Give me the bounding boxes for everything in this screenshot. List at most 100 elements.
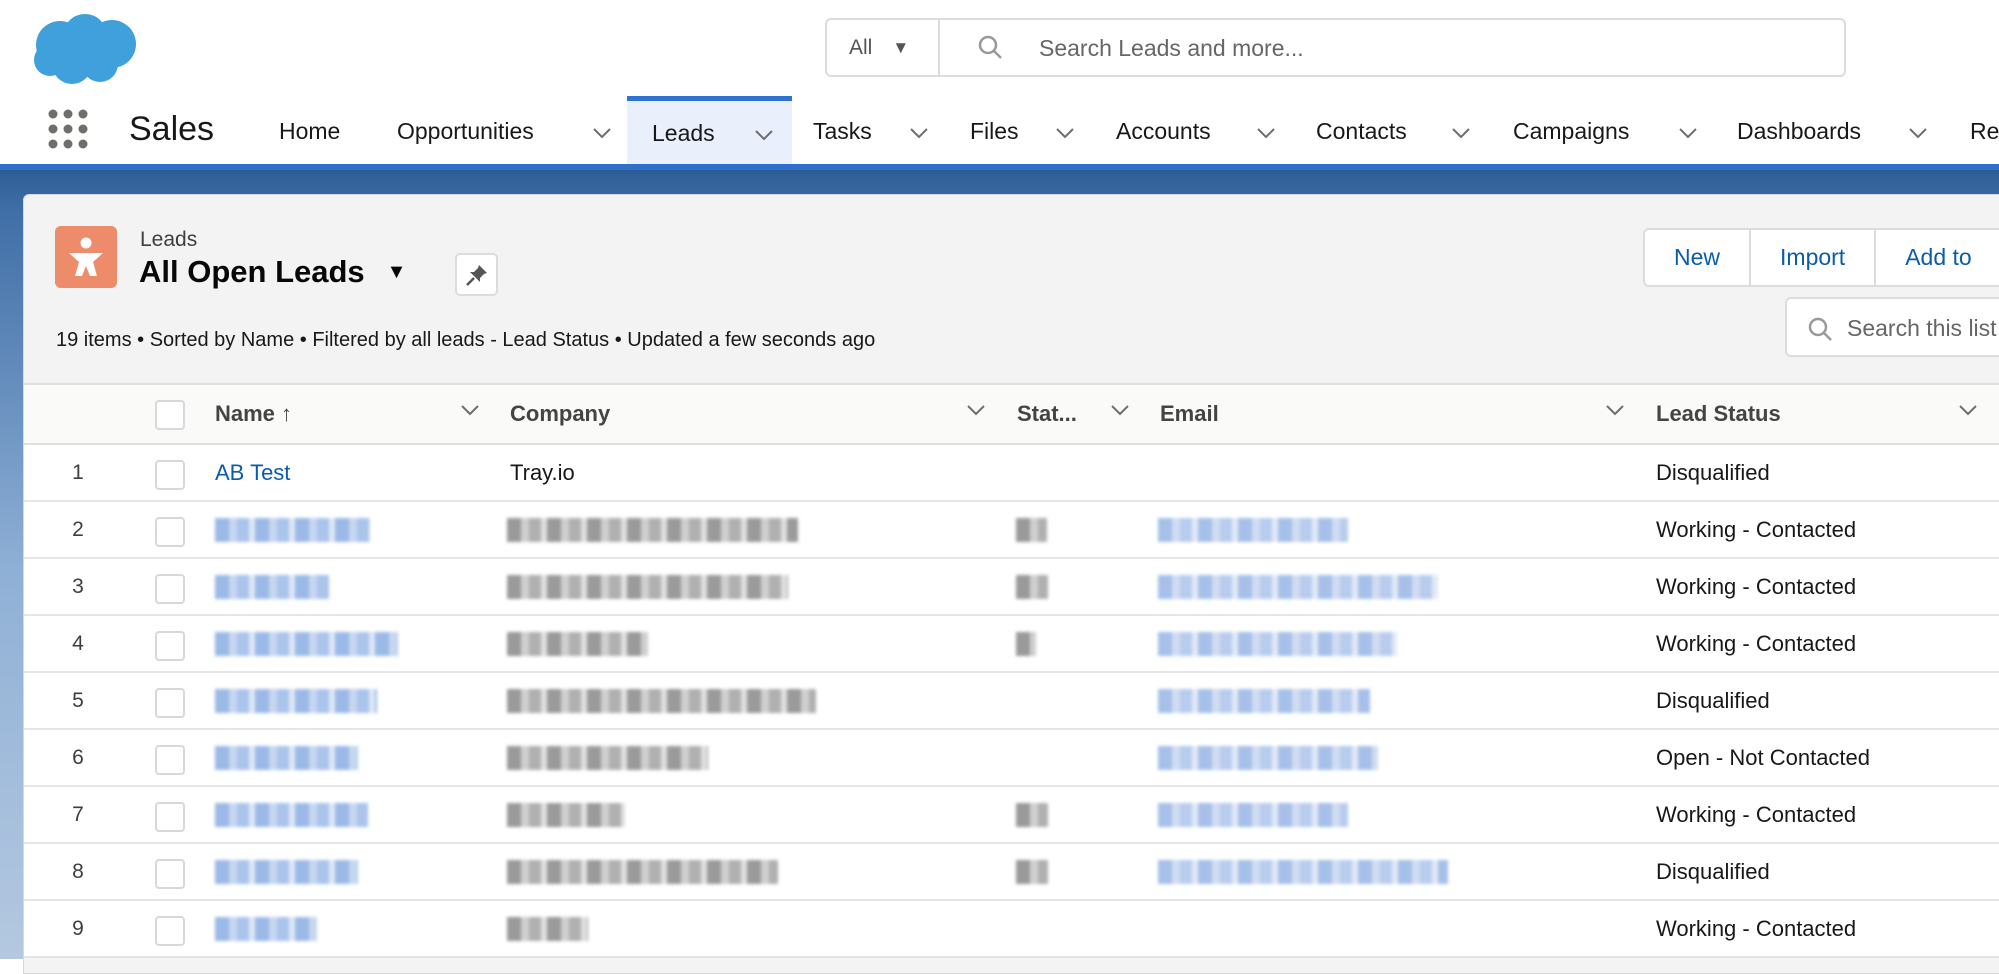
column-menu-chevron-icon[interactable] [1111, 403, 1129, 421]
chevron-down-icon[interactable] [1257, 118, 1275, 145]
list-title: All Open Leads [139, 254, 365, 289]
redacted-email[interactable] [1158, 689, 1370, 713]
nav-tab-label: Accounts [1116, 117, 1211, 144]
nav-tab-re[interactable]: Re [1970, 96, 1999, 166]
row-checkbox[interactable] [155, 631, 185, 661]
redacted-name[interactable] [215, 917, 317, 941]
redacted-email[interactable] [1158, 518, 1348, 542]
nav-tab-contacts[interactable]: Contacts [1316, 96, 1470, 166]
row-checkbox[interactable] [155, 859, 185, 889]
salesforce-logo[interactable] [30, 10, 142, 86]
redacted-company [507, 518, 798, 542]
chevron-down-icon[interactable] [755, 120, 773, 147]
table-row: 2 Working - Contacted [24, 502, 1999, 559]
pin-list-button[interactable] [455, 253, 498, 296]
redacted-email[interactable] [1158, 632, 1397, 656]
row-checkbox[interactable] [155, 916, 185, 946]
import-button[interactable]: Import [1751, 230, 1877, 285]
row-checkbox[interactable] [155, 517, 185, 547]
column-header-4[interactable]: Lead Status [1656, 401, 1781, 427]
redacted-name[interactable] [215, 860, 358, 884]
nav-tab-label: Files [970, 117, 1019, 144]
chevron-down-icon[interactable] [1909, 118, 1927, 145]
row-number: 7 [72, 803, 84, 826]
column-menu-chevron-icon[interactable] [1959, 403, 1977, 421]
nav-tab-label: Dashboards [1737, 117, 1862, 144]
redacted-email[interactable] [1158, 746, 1378, 770]
row-checkbox[interactable] [155, 574, 185, 604]
app-launcher-icon[interactable] [47, 108, 89, 150]
nav-tab-label: Contacts [1316, 117, 1407, 144]
nav-tab-files[interactable]: Files [970, 96, 1074, 166]
table-row: 8 Disqualified [24, 844, 1999, 901]
row-number: 5 [72, 689, 84, 712]
row-number: 8 [72, 860, 84, 883]
chevron-down-icon[interactable] [1679, 118, 1697, 145]
column-menu-chevron-icon[interactable] [1606, 403, 1624, 421]
lead-status-cell: Open - Not Contacted [1656, 745, 1871, 770]
table-row: 7 Working - Contacted [24, 787, 1999, 844]
lead-name-link[interactable]: AB Test [215, 460, 290, 486]
row-checkbox[interactable] [155, 688, 185, 718]
column-menu-chevron-icon[interactable] [967, 403, 985, 421]
redacted-state [1016, 518, 1047, 542]
chevron-down-icon[interactable] [1452, 118, 1470, 145]
row-number: 1 [72, 461, 84, 484]
pin-icon [465, 264, 487, 286]
column-menu-chevron-icon[interactable] [461, 403, 479, 421]
list-search[interactable]: Search this list [1785, 297, 1999, 357]
column-header-3[interactable]: Email [1160, 401, 1219, 427]
redacted-email[interactable] [1158, 803, 1348, 827]
list-view-selector[interactable]: All Open Leads ▼ [139, 254, 406, 290]
nav-tab-home[interactable]: Home [279, 96, 340, 166]
column-header-2[interactable]: Stat... [1017, 401, 1077, 427]
redacted-name[interactable] [215, 632, 398, 656]
table-row: 9 Working - Contacted [24, 901, 1999, 958]
nav-tab-label: Opportunities [397, 117, 534, 144]
redacted-name[interactable] [215, 746, 358, 770]
row-checkbox[interactable] [155, 745, 185, 775]
lead-object-icon [55, 226, 117, 288]
add-to-campaign-button[interactable]: Add to [1876, 230, 1999, 285]
caret-down-icon: ▼ [386, 260, 407, 283]
nav-tab-opportunities[interactable]: Opportunities [397, 96, 611, 166]
column-header-1[interactable]: Company [510, 401, 610, 427]
column-header-0[interactable]: Name ↑ [215, 401, 292, 427]
chevron-down-icon[interactable] [593, 118, 611, 145]
nav-tab-accounts[interactable]: Accounts [1116, 96, 1275, 166]
row-checkbox[interactable] [155, 802, 185, 832]
new-button[interactable]: New [1645, 230, 1752, 285]
redacted-company [507, 803, 625, 827]
company-cell: Tray.io [510, 460, 575, 485]
chevron-down-icon[interactable] [910, 118, 928, 145]
nav-tab-label: Tasks [813, 117, 872, 144]
table-row: 6 Open - Not Contacted [24, 730, 1999, 787]
nav-tab-label: Leads [652, 120, 715, 146]
redacted-email[interactable] [1158, 860, 1448, 884]
nav-tab-campaigns[interactable]: Campaigns [1513, 96, 1697, 166]
search-input[interactable]: Search Leads and more... [1039, 35, 1304, 62]
row-checkbox[interactable] [155, 460, 185, 490]
lead-status-cell: Working - Contacted [1656, 802, 1857, 827]
nav-tab-label: Campaigns [1513, 117, 1630, 144]
search-scope-dropdown[interactable]: All ▼ [827, 20, 940, 75]
nav-tab-dashboards[interactable]: Dashboards [1737, 96, 1927, 166]
redacted-name[interactable] [215, 575, 329, 599]
redacted-name[interactable] [215, 518, 370, 542]
chevron-down-icon[interactable] [1056, 118, 1074, 145]
lead-status-cell: Working - Contacted [1656, 631, 1857, 656]
table-row: 1 AB Test Tray.io Disqualified [24, 445, 1999, 502]
lead-status-cell: Disqualified [1656, 859, 1770, 884]
select-all-checkbox[interactable] [155, 400, 185, 430]
nav-tab-leads[interactable]: Leads [627, 96, 792, 166]
list-search-input[interactable]: Search this list [1847, 315, 1997, 342]
nav-tab-label: Home [279, 117, 341, 144]
global-search[interactable]: All ▼ Search Leads and more... [825, 18, 1846, 77]
redacted-state [1016, 632, 1036, 656]
redacted-company [507, 575, 788, 599]
nav-tab-tasks[interactable]: Tasks [813, 96, 928, 166]
redacted-name[interactable] [215, 689, 377, 713]
redacted-email[interactable] [1158, 575, 1438, 599]
table-row: 5 Disqualified [24, 673, 1999, 730]
redacted-name[interactable] [215, 803, 368, 827]
